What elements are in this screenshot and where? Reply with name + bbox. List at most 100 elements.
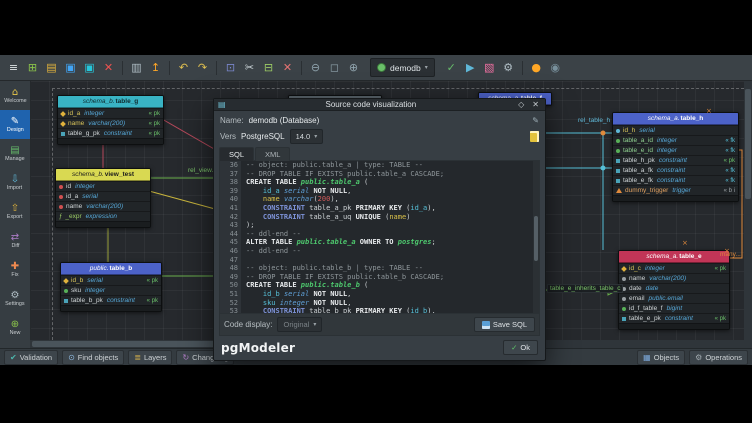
zoom-reset-button[interactable]: ◻ bbox=[326, 59, 343, 76]
table-column-row[interactable]: ƒ_exprexpression bbox=[56, 211, 150, 221]
column-type: constraint bbox=[665, 315, 693, 322]
table-view_test[interactable]: schema_b.view_testidintegerid_aserialnam… bbox=[55, 168, 151, 228]
table-column-row[interactable]: datedate bbox=[619, 283, 729, 293]
copy-button[interactable]: ⊡ bbox=[222, 59, 239, 76]
validate-model-button[interactable]: ✓ bbox=[443, 59, 460, 76]
paste-button[interactable]: ⊟ bbox=[260, 59, 277, 76]
redo-button[interactable]: ↷ bbox=[194, 59, 211, 76]
run-sql-button[interactable]: ▶ bbox=[462, 59, 479, 76]
undo-button[interactable]: ↶ bbox=[175, 59, 192, 76]
main-menu-button[interactable]: ≡ bbox=[5, 59, 22, 76]
table-table_b[interactable]: public.table_bid_bserial« pkskuintegerta… bbox=[60, 262, 162, 312]
delete-button[interactable]: ✕ bbox=[279, 59, 296, 76]
code-token bbox=[246, 187, 263, 195]
export-image-button[interactable]: ▧ bbox=[481, 59, 498, 76]
column-name: name bbox=[68, 120, 84, 127]
close-model-button[interactable]: ✕ bbox=[100, 59, 117, 76]
code-scrollbar[interactable] bbox=[533, 161, 539, 313]
tab-sql[interactable]: SQL bbox=[219, 147, 254, 161]
sidebar-item-settings[interactable]: ⚙Settings bbox=[0, 284, 30, 313]
table-column-row[interactable]: table_a_fkconstraint« fk bbox=[613, 165, 738, 175]
table-column-row[interactable]: id_cinteger« pk bbox=[619, 263, 729, 273]
tab-xml[interactable]: XML bbox=[255, 147, 290, 161]
sidebar-item-design[interactable]: ✎Design bbox=[0, 110, 30, 139]
code-line: 40 name varchar(200), bbox=[220, 195, 539, 204]
table-column-row[interactable]: id_ainteger« pk bbox=[58, 108, 163, 118]
dialog-close-button[interactable]: ✕ bbox=[530, 100, 541, 109]
table-name-label: table_b bbox=[110, 265, 133, 272]
export-button[interactable]: ↥ bbox=[147, 59, 164, 76]
table-column-row[interactable]: id_bserial« pk bbox=[61, 275, 161, 285]
sql-code-area[interactable]: 36-- object: public.table_a | type: TABL… bbox=[220, 161, 539, 313]
code-token: id_b bbox=[263, 290, 280, 298]
model-options-button[interactable]: ⚙ bbox=[500, 59, 517, 76]
table-column-row[interactable]: table_h_pkconstraint« pk bbox=[613, 155, 738, 165]
model-selector-combo[interactable]: demodb▾ bbox=[370, 58, 435, 77]
dialog-footer: pgModeler ✓ Ok bbox=[219, 336, 540, 356]
find-objects-button[interactable]: ⊙Find objects bbox=[62, 350, 124, 365]
sidebar-item-manage[interactable]: ▤Manage bbox=[0, 139, 30, 168]
save-all-button[interactable]: ▣ bbox=[81, 59, 98, 76]
about-button[interactable]: ◉ bbox=[547, 59, 564, 76]
table-column-row[interactable]: table_e_fkconstraint« fk bbox=[613, 175, 738, 185]
scroll-thumb[interactable] bbox=[534, 216, 538, 261]
donate-button[interactable]: ● bbox=[528, 59, 545, 76]
table-table_g[interactable]: schema_b.table_gid_ainteger« pknamevarch… bbox=[57, 95, 164, 145]
detach-icon[interactable]: ◇ bbox=[516, 100, 526, 109]
chevron-down-icon: ▾ bbox=[313, 321, 316, 328]
canvas-vertical-scrollbar[interactable] bbox=[744, 81, 752, 340]
line-number: 47 bbox=[220, 256, 241, 265]
zoom-out-button[interactable]: ⊖ bbox=[307, 59, 324, 76]
sidebar-item-fix[interactable]: ✚Fix bbox=[0, 255, 30, 284]
layers-button[interactable]: ≣Layers bbox=[128, 350, 172, 365]
code-token: public.table_a bbox=[297, 238, 356, 246]
table-table_e[interactable]: schema_a.table_eid_cinteger« pknamevarch… bbox=[618, 250, 730, 330]
save-model-button[interactable]: ▣ bbox=[62, 59, 79, 76]
column-type: varchar(200) bbox=[649, 275, 686, 282]
sidebar-item-welcome[interactable]: ⌂Welcome bbox=[0, 81, 30, 110]
edit-icon[interactable]: ✎ bbox=[532, 116, 539, 125]
dialog-titlebar[interactable]: ▤ Source code visualization ◇ ✕ bbox=[214, 99, 545, 111]
new-model-button[interactable]: ⊞ bbox=[24, 59, 41, 76]
table-column-row[interactable]: id_hserial bbox=[613, 125, 738, 135]
objects-button[interactable]: ▦Objects bbox=[637, 350, 685, 365]
screen: { "ui": {"caret": "▾", "close": "✕", "ch… bbox=[0, 0, 752, 423]
save-definition-icon[interactable] bbox=[530, 131, 539, 142]
cut-button[interactable]: ✂ bbox=[241, 59, 258, 76]
operations-button[interactable]: ⚙Operations bbox=[689, 350, 748, 365]
table-column-row[interactable]: namevarchar(200) bbox=[619, 273, 729, 283]
ok-button[interactable]: ✓ Ok bbox=[503, 340, 538, 355]
table-column-row[interactable]: table_e_idinteger« fk bbox=[613, 145, 738, 155]
table-column-row[interactable]: table_b_pkconstraint« pk bbox=[61, 295, 161, 305]
sidebar-item-import[interactable]: ⇩Import bbox=[0, 168, 30, 197]
sidebar-item-new[interactable]: ⊕New bbox=[0, 313, 30, 342]
save-sql-button[interactable]: Save SQL bbox=[474, 317, 535, 332]
sidebar-item-export[interactable]: ⇧Export bbox=[0, 197, 30, 226]
table-column-row[interactable]: table_a_idinteger« fk bbox=[613, 135, 738, 145]
zoom-in-button[interactable]: ⊕ bbox=[345, 59, 362, 76]
sidebar: ⌂Welcome✎Design▤Manage⇩Import⇧Export⇄Dif… bbox=[0, 81, 31, 348]
table-column-row[interactable]: dummy_triggertrigger« b i bbox=[613, 185, 738, 195]
table-column-row[interactable]: namevarchar(200) bbox=[56, 201, 150, 211]
open-model-button[interactable]: ▤ bbox=[43, 59, 60, 76]
code-token: -- object: public.table_a | type: TABLE … bbox=[246, 161, 423, 169]
scroll-thumb[interactable] bbox=[745, 89, 751, 199]
print-button[interactable]: ▥ bbox=[128, 59, 145, 76]
line-number: 51 bbox=[220, 290, 241, 299]
table-column-row[interactable]: idinteger bbox=[56, 181, 150, 191]
table-column-row[interactable]: table_e_pkconstraint« pk bbox=[619, 313, 729, 323]
validation-button[interactable]: ✔Validation bbox=[4, 350, 58, 365]
sidebar-item-diff[interactable]: ⇄Diff bbox=[0, 226, 30, 255]
table-column-row[interactable]: id_aserial bbox=[56, 191, 150, 201]
code-display-combo[interactable]: Original ▾ bbox=[277, 317, 322, 332]
table-column-row[interactable]: table_g_pkconstraint« pk bbox=[58, 128, 163, 138]
code-token: id_b bbox=[410, 307, 427, 313]
column-tag: « pk bbox=[149, 121, 160, 127]
table-column-row[interactable]: skuinteger bbox=[61, 285, 161, 295]
pgsql-version-combo[interactable]: 14.0 ▾ bbox=[290, 129, 324, 144]
table-column-row[interactable]: emailpublic.email bbox=[619, 293, 729, 303]
pencil-icon: ✎ bbox=[11, 116, 19, 127]
table-column-row[interactable]: id_f_table_fbigint bbox=[619, 303, 729, 313]
table-table_h[interactable]: schema_a.table_hid_hserialtable_a_idinte… bbox=[612, 112, 739, 202]
table-column-row[interactable]: namevarchar(200)« pk bbox=[58, 118, 163, 128]
